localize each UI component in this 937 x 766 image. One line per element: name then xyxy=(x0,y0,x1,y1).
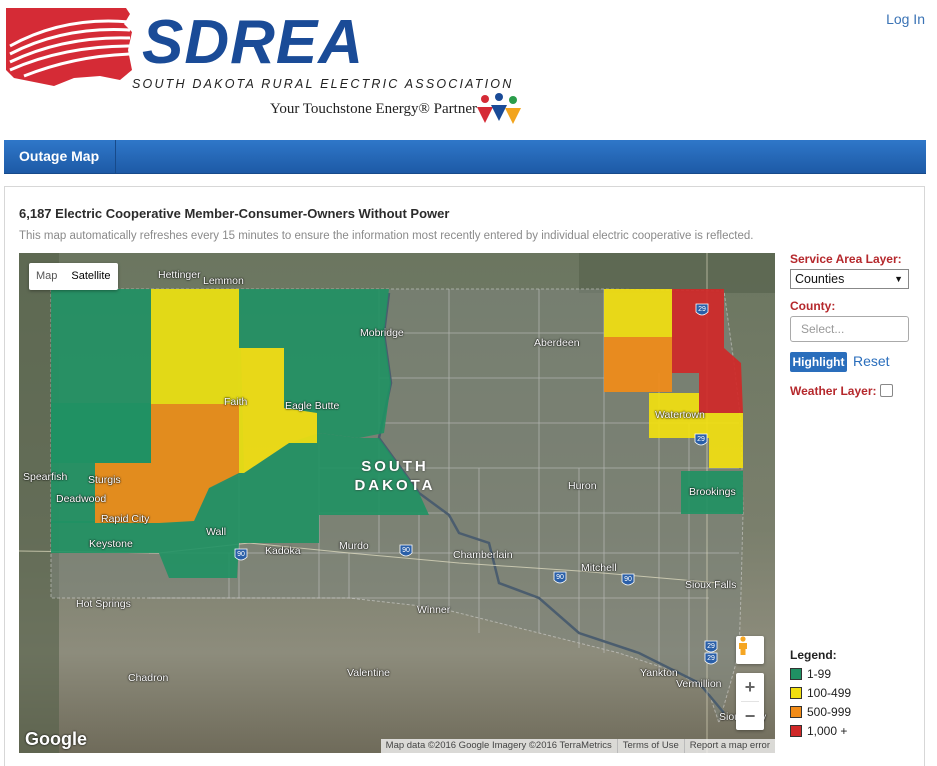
county-label: County: xyxy=(790,299,836,313)
google-logo: Google xyxy=(25,729,87,749)
legend-swatch xyxy=(790,706,802,718)
service-area-label: Service Area Layer: xyxy=(790,252,902,266)
map-type-control: Map Satellite xyxy=(29,263,118,290)
zoom-control: + − xyxy=(736,673,764,730)
map-type-satellite-button[interactable]: Satellite xyxy=(64,263,117,290)
pegman-icon[interactable] xyxy=(736,636,764,664)
city-label: Chadron xyxy=(128,672,169,684)
map-attribution: Map data ©2016 Google Imagery ©2016 Terr… xyxy=(380,739,775,753)
legend-title: Legend: xyxy=(790,648,837,662)
login-link[interactable]: Log In xyxy=(886,11,925,27)
highlight-button[interactable]: Highlight xyxy=(790,352,847,372)
city-label: Brookings xyxy=(689,486,736,498)
city-label: Wall xyxy=(206,526,227,538)
site-header: SDREA SOUTH DAKOTA RURAL ELECTRIC ASSOCI… xyxy=(0,0,937,140)
page-subtitle: This map automatically refreshes every 1… xyxy=(19,230,754,242)
city-label: Eagle Butte xyxy=(285,400,340,412)
city-label: Huron xyxy=(568,480,597,492)
county-select-input[interactable]: Select... xyxy=(790,316,909,342)
city-label: Sturgis xyxy=(88,474,121,486)
city-label: Vermillion xyxy=(676,678,722,690)
city-label: Sioux Falls xyxy=(685,579,737,591)
svg-text:90: 90 xyxy=(624,576,632,583)
city-label: Keystone xyxy=(89,538,133,550)
county-orange-ne xyxy=(604,337,672,392)
svg-text:90: 90 xyxy=(556,574,564,581)
weather-layer-checkbox[interactable] xyxy=(880,384,893,397)
legend-swatch xyxy=(790,668,802,680)
svg-text:29: 29 xyxy=(698,306,706,313)
partner-text: Your Touchstone Energy® Partner xyxy=(270,101,477,117)
dropdown-arrow-icon: ▼ xyxy=(894,274,903,284)
city-label: Faith xyxy=(224,396,248,408)
nav-item-outage-map[interactable]: Outage Map xyxy=(4,140,117,173)
legend-swatch xyxy=(790,687,802,699)
touchstone-energy-icon xyxy=(477,93,521,124)
report-map-error-link[interactable]: Report a map error xyxy=(683,739,775,753)
logo-wordmark: SDREA xyxy=(142,8,365,77)
zoom-in-button[interactable]: + xyxy=(736,673,764,701)
county-yellow-ne xyxy=(604,289,672,337)
city-label: Kadoka xyxy=(265,545,301,557)
map-type-map-button[interactable]: Map xyxy=(29,263,64,290)
county-green-far-west xyxy=(51,289,151,463)
reset-link[interactable]: Reset xyxy=(853,353,890,369)
svg-text:90: 90 xyxy=(237,551,245,558)
legend-item: 500-999 xyxy=(790,705,851,719)
svg-text:29: 29 xyxy=(707,643,715,650)
city-label: Deadwood xyxy=(56,493,107,505)
sdrea-logo-icon xyxy=(6,8,132,86)
terms-of-use-link[interactable]: Terms of Use xyxy=(616,739,684,753)
city-label: Winner xyxy=(417,604,451,616)
city-label: Yankton xyxy=(640,667,678,679)
city-label: Hettinger xyxy=(158,269,201,281)
city-label: Watertown xyxy=(655,409,705,421)
city-label: Lemmon xyxy=(203,275,244,287)
svg-text:90: 90 xyxy=(402,547,410,554)
city-label: Valentine xyxy=(347,667,391,679)
city-label: Spearfish xyxy=(23,471,68,483)
legend-item: 1-99 xyxy=(790,667,831,681)
legend-item: 100-499 xyxy=(790,686,851,700)
logo-subtitle: SOUTH DAKOTA RURAL ELECTRIC ASSOCIATION xyxy=(132,77,514,91)
city-label: Hot Springs xyxy=(76,598,131,610)
main-navbar: Outage Map xyxy=(4,140,926,174)
outage-map[interactable]: 29 29 90 90 90 90 29 29 Hettinger Lemmon… xyxy=(19,253,775,753)
city-label: Mobridge xyxy=(360,327,404,339)
zoom-out-button[interactable]: − xyxy=(736,702,764,730)
city-label: Rapid City xyxy=(101,513,150,525)
weather-layer-label: Weather Layer: xyxy=(790,384,877,398)
map-data-credit: Map data ©2016 Google Imagery ©2016 Terr… xyxy=(385,740,612,751)
state-label: SOUTH DAKOTA xyxy=(354,458,436,494)
city-label: Chamberlain xyxy=(453,549,513,561)
legend-swatch xyxy=(790,725,802,737)
service-area-select[interactable]: Counties ▼ xyxy=(790,269,909,289)
legend-item: 1,000 + xyxy=(790,724,847,738)
county-yellow-nw xyxy=(151,289,239,404)
city-label: Aberdeen xyxy=(534,337,580,349)
city-label: Murdo xyxy=(339,540,369,552)
page-title: 6,187 Electric Cooperative Member-Consum… xyxy=(19,206,450,221)
city-label: Mitchell xyxy=(581,562,617,574)
svg-text:29: 29 xyxy=(697,436,705,443)
svg-text:29: 29 xyxy=(707,655,715,662)
